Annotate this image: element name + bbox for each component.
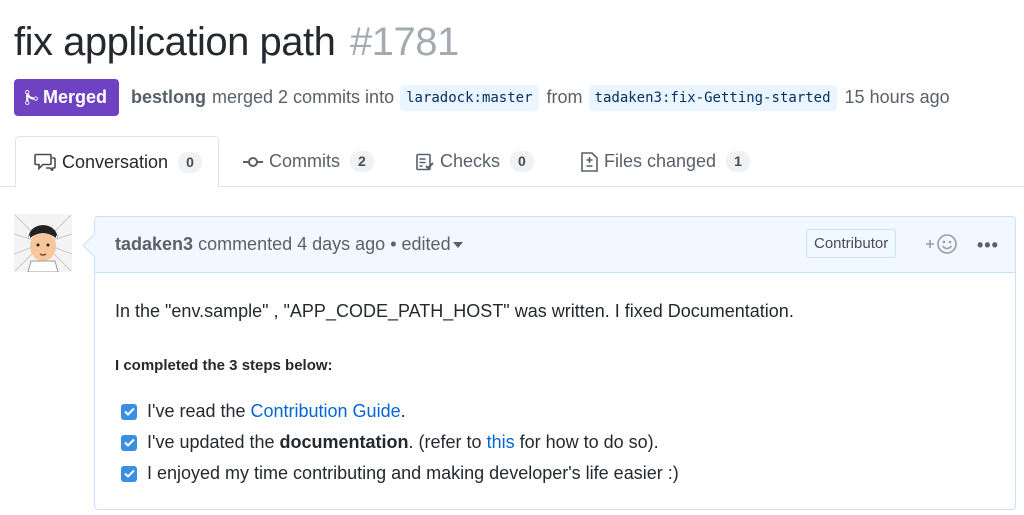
- tab-commits-label: Commits: [269, 151, 340, 171]
- comment-intro: In the "env.sample" , "APP_CODE_PATH_HOS…: [115, 301, 794, 321]
- contributor-badge: Contributor: [806, 229, 897, 258]
- tab-commits[interactable]: Commits 2: [243, 136, 374, 187]
- task-checkbox-2[interactable]: [121, 434, 137, 451]
- comment-body: In the "env.sample" , "APP_CODE_PATH_HOS…: [115, 301, 995, 483]
- comment-icon: [34, 153, 56, 171]
- commenter-avatar[interactable]: [14, 214, 72, 272]
- tab-files-changed-count: 1: [726, 151, 750, 172]
- add-reaction-icon: [926, 234, 957, 254]
- task-checkbox-3[interactable]: [121, 465, 137, 482]
- task-item-2: I've updated the documentation. (refer t…: [121, 432, 659, 453]
- header-separator: •: [390, 234, 397, 254]
- check-icon: [123, 407, 135, 416]
- tab-conversation-label: Conversation: [62, 151, 169, 172]
- add-reaction-button[interactable]: [925, 233, 959, 260]
- comment-header: tadaken3 commented 4 days ago • edited C…: [95, 217, 1015, 273]
- task-2-mid: . (refer to: [408, 432, 487, 452]
- avatar-image: [14, 214, 72, 272]
- task-2-end: for how to do so).: [514, 432, 659, 452]
- tab-files-changed[interactable]: Files changed 1: [581, 136, 750, 187]
- task-2-bold: documentation: [279, 432, 409, 452]
- comment-card: tadaken3 commented 4 days ago • edited C…: [94, 216, 1016, 510]
- contribution-guide-link[interactable]: Contribution Guide: [251, 401, 401, 422]
- file-diff-icon: [581, 151, 598, 172]
- task-3-text: I enjoyed my time contributing and makin…: [147, 463, 679, 483]
- from-text: from: [546, 87, 583, 107]
- commit-icon: [243, 156, 263, 167]
- task-1-text: I've read the: [147, 401, 251, 421]
- task-2-text: I've updated the: [147, 432, 280, 452]
- comment-options-button[interactable]: •••: [977, 235, 999, 256]
- task-item-3: I enjoyed my time contributing and makin…: [121, 463, 679, 484]
- caret-down-icon: [452, 242, 463, 249]
- head-branch[interactable]: tadaken3:fix-Getting-started: [588, 84, 837, 111]
- tab-checks-count: 0: [510, 151, 534, 172]
- merged-time[interactable]: 15 hours ago: [845, 87, 950, 108]
- tab-checks[interactable]: Checks 0: [416, 136, 534, 187]
- edited-dropdown[interactable]: edited: [402, 234, 463, 254]
- edited-label: edited: [401, 234, 451, 254]
- base-branch[interactable]: laradock:master: [400, 84, 539, 111]
- checklist-icon: [416, 153, 434, 170]
- comment-heading: I completed the 3 steps below:: [115, 357, 333, 374]
- comment-time[interactable]: commented 4 days ago: [198, 234, 385, 254]
- pr-title: fix application path #1781: [14, 20, 459, 65]
- pr-title-text: fix application path: [14, 20, 336, 64]
- check-icon: [123, 469, 135, 478]
- tab-conversation[interactable]: Conversation 0: [15, 136, 219, 188]
- comment-header-text: tadaken3 commented 4 days ago • edited: [115, 234, 463, 255]
- pr-author-link[interactable]: bestlong: [131, 87, 206, 108]
- tab-files-changed-label: Files changed: [604, 151, 717, 171]
- tab-conversation-count: 0: [178, 151, 202, 173]
- this-link[interactable]: this: [487, 432, 515, 453]
- merged-text: merged 2 commits into: [212, 87, 395, 107]
- tab-commits-count: 2: [350, 151, 374, 172]
- task-item-1: I've read the Contribution Guide.: [121, 401, 406, 422]
- comment-author-link[interactable]: tadaken3: [115, 234, 193, 254]
- pr-meta: Merged bestlong merged 2 commits into la…: [14, 79, 950, 116]
- merge-icon: [25, 90, 38, 105]
- check-icon: [123, 438, 135, 447]
- tab-checks-label: Checks: [440, 151, 501, 171]
- pr-tabs: Conversation 0 Commits 2 Checks 0 Files …: [0, 136, 1024, 188]
- pr-number: #1781: [349, 20, 459, 64]
- task-checkbox-1[interactable]: [121, 403, 137, 420]
- task-1-end: .: [400, 401, 406, 421]
- merged-status-label: Merged: [43, 87, 108, 107]
- merged-status-badge: Merged: [14, 79, 120, 116]
